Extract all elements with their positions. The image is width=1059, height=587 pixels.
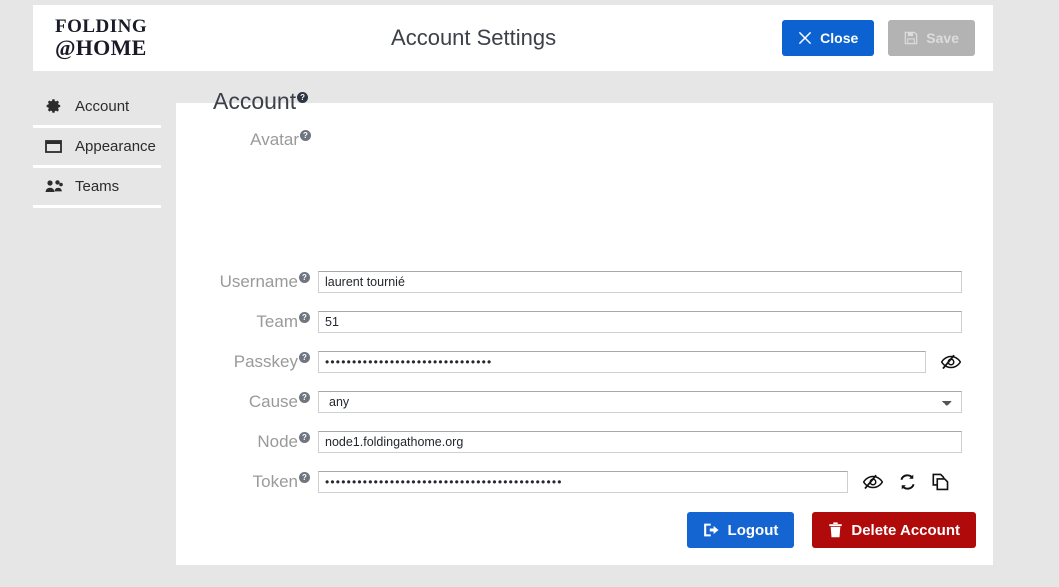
window-icon xyxy=(45,139,65,154)
close-button[interactable]: Close xyxy=(782,20,875,56)
eye-slash-icon[interactable] xyxy=(862,474,884,490)
username-label-text: Username xyxy=(219,272,298,291)
help-icon[interactable]: ? xyxy=(300,130,311,142)
avatar-label: Avatar? xyxy=(250,130,311,150)
team-input[interactable] xyxy=(318,311,962,333)
passkey-icons xyxy=(940,354,962,370)
team-label-text: Team xyxy=(256,312,298,331)
floppy-disk-icon xyxy=(904,31,918,45)
node-input[interactable] xyxy=(318,431,962,453)
help-icon[interactable]: ? xyxy=(299,312,310,324)
cause-select[interactable]: any xyxy=(318,391,962,413)
token-icons xyxy=(862,473,950,491)
close-button-label: Close xyxy=(820,30,859,46)
save-button-label: Save xyxy=(926,30,959,46)
close-icon xyxy=(798,31,812,45)
avatar-label-text: Avatar xyxy=(250,130,299,149)
users-icon xyxy=(45,179,65,194)
header-actions: Close Save xyxy=(782,20,993,56)
username-label: Username? xyxy=(176,272,318,292)
token-label-text: Token xyxy=(252,472,298,491)
username-input[interactable] xyxy=(318,271,962,293)
delete-button-label: Delete Account xyxy=(851,521,960,539)
sign-out-icon xyxy=(703,522,720,538)
help-icon[interactable]: ? xyxy=(299,352,310,364)
sidebar-item-label: Teams xyxy=(75,178,120,195)
sidebar: Account Appearance Teams xyxy=(33,88,161,208)
page-title: Account Settings xyxy=(391,25,557,50)
section-heading: Account? xyxy=(213,88,309,115)
app-header: FOLDING @HOME Account Settings Close Sav… xyxy=(33,5,993,71)
passkey-input[interactable]: ••••••••••••••••••••••••••••••• xyxy=(318,351,926,373)
gear-icon xyxy=(45,98,65,115)
help-icon[interactable]: ? xyxy=(299,432,310,444)
cause-label: Cause? xyxy=(176,392,318,412)
sidebar-item-appearance[interactable]: Appearance xyxy=(33,128,161,168)
account-actions: Logout Delete Account xyxy=(176,512,993,548)
logout-button-label: Logout xyxy=(727,521,779,539)
sidebar-item-label: Appearance xyxy=(75,138,156,155)
form-row-team: Team? xyxy=(176,311,993,333)
form-row-cause: Cause? any xyxy=(176,391,993,413)
trash-icon xyxy=(828,522,843,538)
token-input[interactable]: ••••••••••••••••••••••••••••••••••••••••… xyxy=(318,471,848,493)
help-icon[interactable]: ? xyxy=(299,472,310,484)
sidebar-item-label: Account xyxy=(75,98,130,115)
copy-icon[interactable] xyxy=(931,473,950,491)
help-icon[interactable]: ? xyxy=(299,272,310,284)
eye-slash-icon[interactable] xyxy=(940,354,962,370)
node-label: Node? xyxy=(176,432,318,452)
form-row-node: Node? xyxy=(176,431,993,453)
help-icon[interactable]: ? xyxy=(297,92,309,104)
avatar[interactable] xyxy=(333,128,453,238)
avatar-row: Avatar? xyxy=(176,128,993,248)
passkey-label-text: Passkey xyxy=(233,352,298,371)
form-row-username: Username? xyxy=(176,271,993,293)
sidebar-item-teams[interactable]: Teams xyxy=(33,168,161,208)
delete-account-button[interactable]: Delete Account xyxy=(812,512,976,548)
help-icon[interactable]: ? xyxy=(299,392,310,404)
section-heading-label: Account xyxy=(213,88,297,114)
node-label-text: Node xyxy=(257,432,298,451)
account-form: Username? Team? Passkey? •••••••••••••••… xyxy=(176,271,993,512)
form-row-passkey: Passkey? ••••••••••••••••••••••••••••••• xyxy=(176,351,993,373)
form-row-token: Token? •••••••••••••••••••••••••••••••••… xyxy=(176,471,993,493)
team-label: Team? xyxy=(176,312,318,332)
logout-button[interactable]: Logout xyxy=(686,512,795,548)
passkey-label: Passkey? xyxy=(176,352,318,372)
refresh-icon[interactable] xyxy=(898,473,917,491)
sidebar-item-account[interactable]: Account xyxy=(33,88,161,128)
token-label: Token? xyxy=(176,472,318,492)
cause-label-text: Cause xyxy=(248,392,298,411)
save-button[interactable]: Save xyxy=(888,20,975,56)
